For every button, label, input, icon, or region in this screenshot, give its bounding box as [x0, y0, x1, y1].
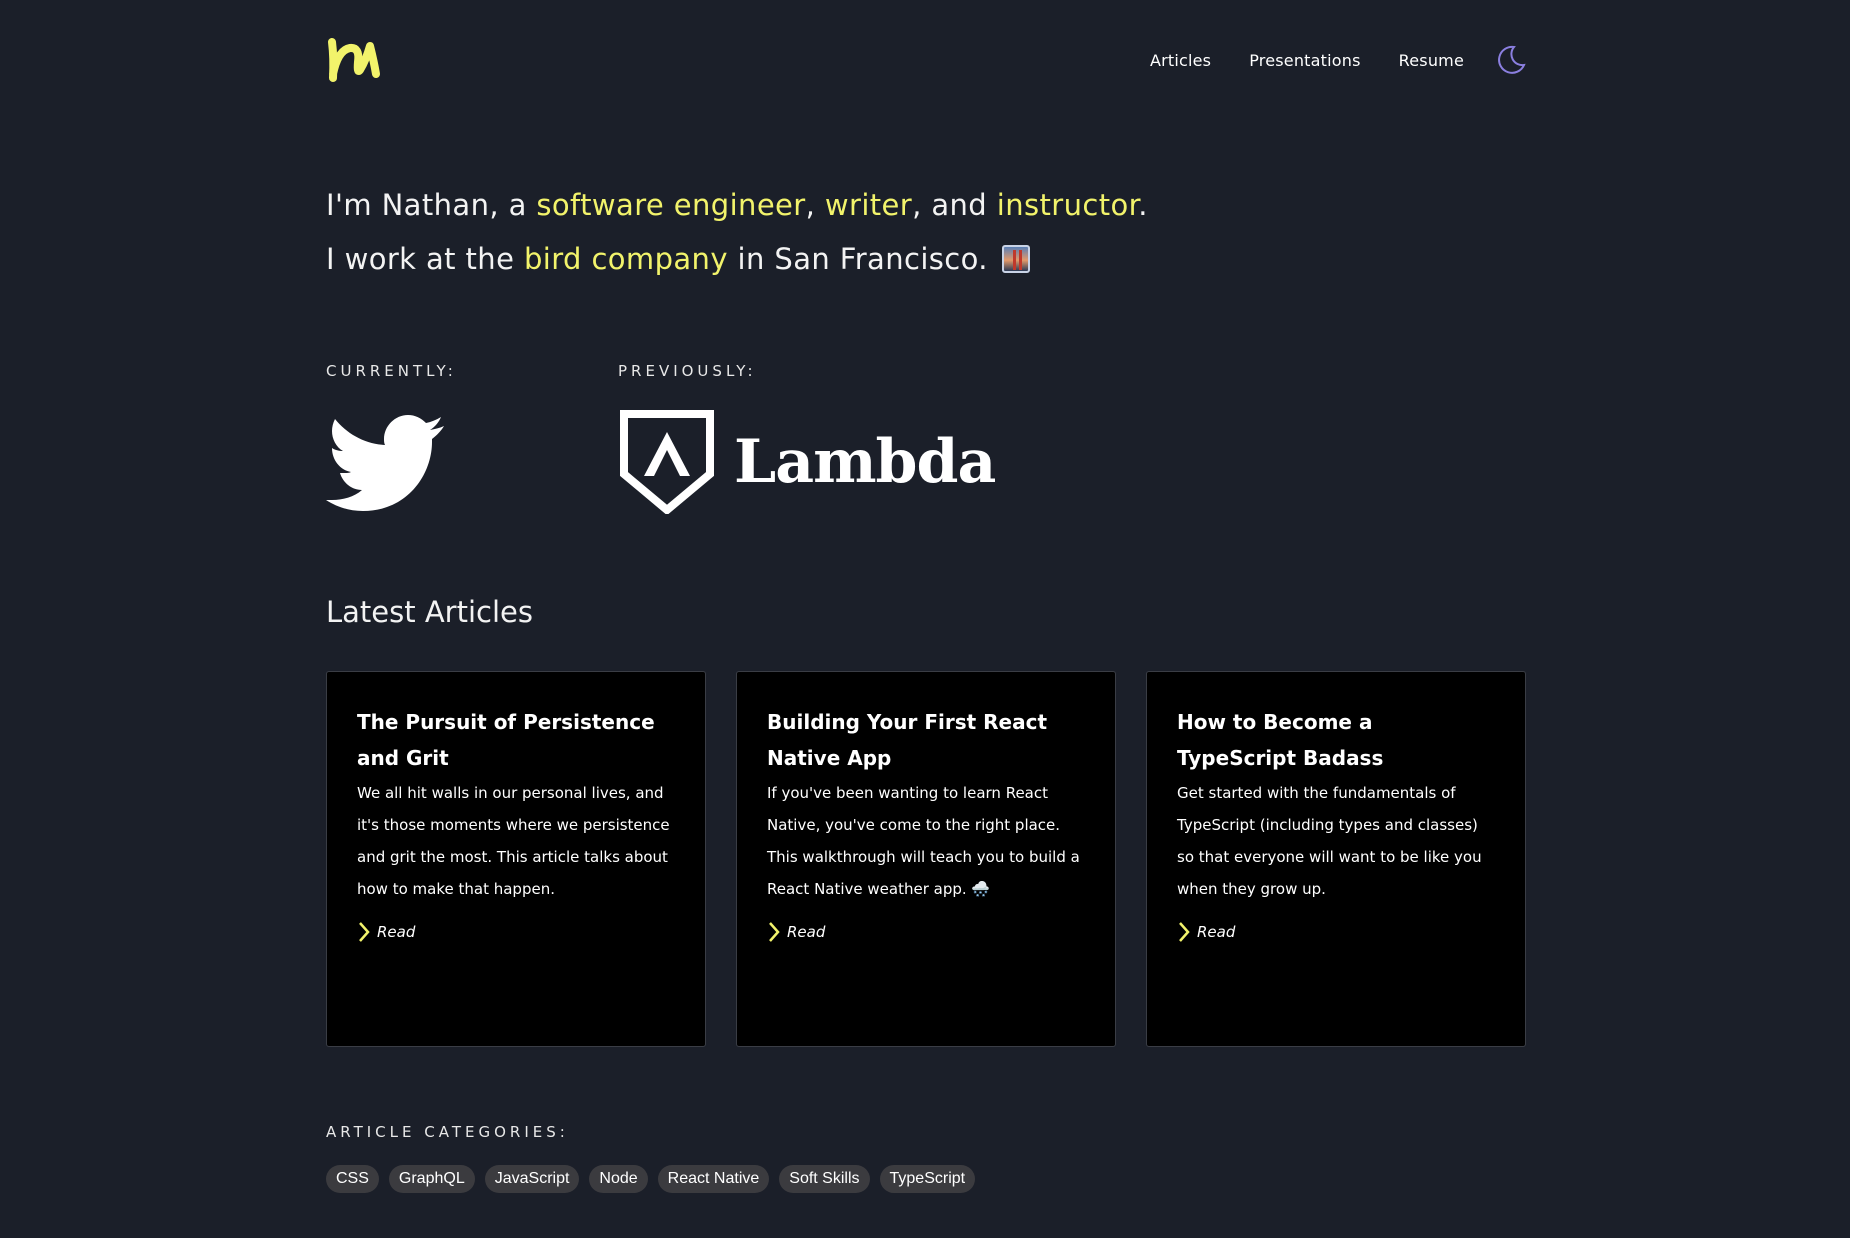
- chevron-right-icon: [769, 922, 780, 942]
- company-link[interactable]: bird company: [524, 242, 728, 276]
- chevron-right-icon: [1179, 922, 1190, 942]
- nav-resume[interactable]: Resume: [1399, 51, 1464, 70]
- read-label: Read: [787, 923, 826, 941]
- article-title[interactable]: The Pursuit of Persistence and Grit: [357, 704, 675, 776]
- golden-gate-bridge-icon: [1001, 245, 1030, 273]
- intro-line-1: I'm Nathan, a software engineer, writer,…: [326, 178, 1148, 232]
- article-cards: The Pursuit of Persistence and Grit We a…: [326, 671, 1526, 1047]
- intro-text-segment: I'm Nathan, a: [326, 188, 537, 222]
- read-label: Read: [1197, 923, 1236, 941]
- category-tag-javascript[interactable]: JavaScript: [484, 1165, 580, 1193]
- article-categories-label: ARTICLE CATEGORIES:: [326, 1123, 569, 1141]
- read-link[interactable]: Read: [357, 921, 675, 943]
- article-description: If you've been wanting to learn React Na…: [767, 784, 1080, 898]
- logo-icon[interactable]: [326, 34, 382, 86]
- read-link[interactable]: Read: [1177, 921, 1495, 943]
- article-title[interactable]: Building Your First React Native App: [767, 704, 1085, 776]
- intro-text-segment: , and: [912, 188, 997, 222]
- category-tags: CSS GraphQL JavaScript Node React Native…: [326, 1165, 976, 1193]
- intro-text-segment: ,: [805, 188, 825, 222]
- nav-articles[interactable]: Articles: [1150, 51, 1211, 70]
- moon-icon: [1498, 45, 1526, 74]
- nav-presentations[interactable]: Presentations: [1249, 51, 1360, 70]
- read-label: Read: [377, 923, 416, 941]
- twitter-bird-icon[interactable]: [326, 412, 444, 512]
- category-tag-typescript[interactable]: TypeScript: [879, 1165, 976, 1193]
- currently-label: CURRENTLY:: [326, 362, 457, 380]
- theme-toggle-button[interactable]: [1494, 44, 1526, 76]
- category-tag-react-native[interactable]: React Native: [657, 1165, 770, 1193]
- role-writer-link[interactable]: writer: [825, 188, 912, 222]
- role-software-engineer-link[interactable]: software engineer: [536, 188, 805, 222]
- main-nav: Articles Presentations Resume: [1112, 30, 1526, 90]
- lambda-shield-icon: [620, 410, 714, 514]
- category-tag-graphql[interactable]: GraphQL: [388, 1165, 475, 1193]
- category-tag-soft-skills[interactable]: Soft Skills: [779, 1165, 870, 1193]
- latest-articles-heading: Latest Articles: [326, 595, 533, 629]
- previously-label: PREVIOUSLY:: [618, 362, 757, 380]
- article-description: We all hit walls in our personal lives, …: [357, 784, 670, 898]
- intro-text-segment: in San Francisco.: [727, 242, 998, 276]
- read-link[interactable]: Read: [767, 921, 1085, 943]
- chevron-right-icon: [359, 922, 370, 942]
- lambda-logo[interactable]: Lambda: [620, 410, 996, 514]
- site-header: Articles Presentations Resume: [326, 30, 1526, 90]
- article-card[interactable]: How to Become a TypeScript Badass Get st…: [1146, 671, 1526, 1047]
- article-title[interactable]: How to Become a TypeScript Badass: [1177, 704, 1495, 776]
- category-tag-css[interactable]: CSS: [326, 1165, 379, 1193]
- intro-text: I'm Nathan, a software engineer, writer,…: [326, 178, 1148, 286]
- category-tag-node[interactable]: Node: [589, 1165, 648, 1193]
- lambda-wordmark: Lambda: [734, 427, 996, 497]
- intro-text-segment: .: [1138, 188, 1148, 222]
- article-card[interactable]: Building Your First React Native App If …: [736, 671, 1116, 1047]
- article-card[interactable]: The Pursuit of Persistence and Grit We a…: [326, 671, 706, 1047]
- intro-line-2: I work at the bird company in San Franci…: [326, 232, 1148, 286]
- intro-text-segment: I work at the: [326, 242, 524, 276]
- article-description: Get started with the fundamentals of Typ…: [1177, 784, 1482, 898]
- role-instructor-link[interactable]: instructor: [997, 188, 1139, 222]
